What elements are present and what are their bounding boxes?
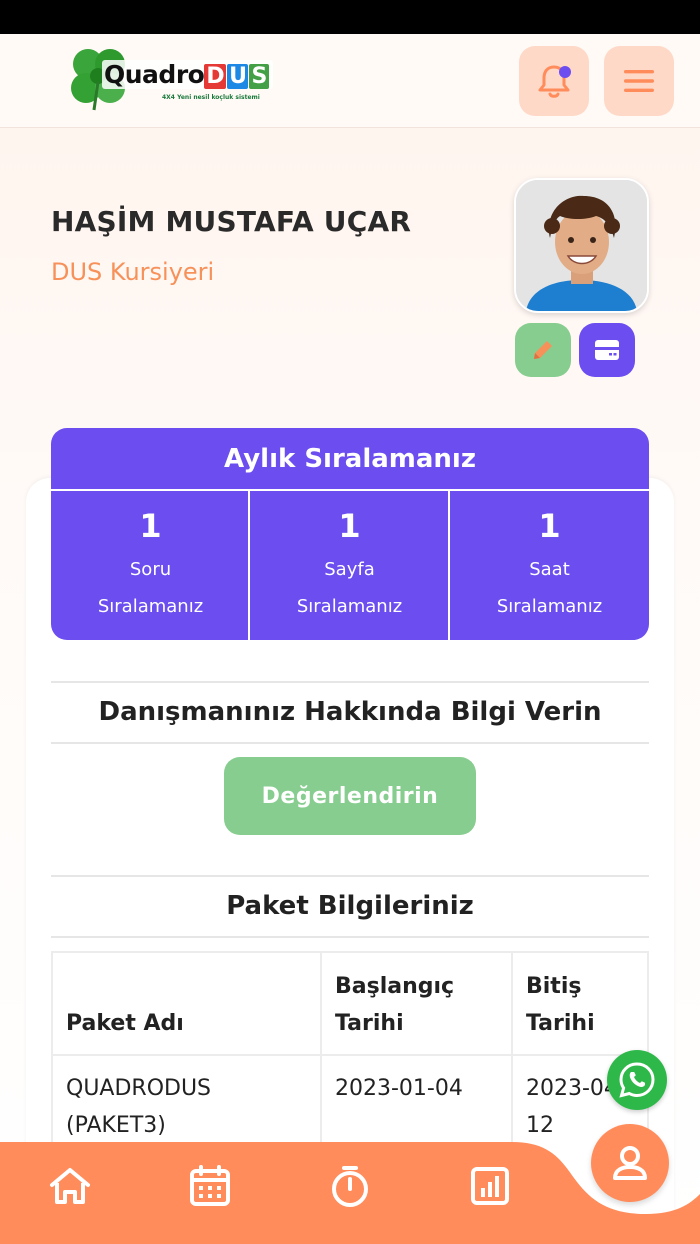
user-icon — [613, 1146, 647, 1180]
nav-calendar[interactable] — [188, 1164, 232, 1208]
membership-card-button[interactable] — [579, 323, 635, 377]
ranking-title: Aylık Sıralamanız — [51, 428, 649, 491]
ranking-item-saat: 1 Saat Sıralamanız — [448, 491, 649, 640]
divider — [51, 742, 649, 744]
notification-dot — [559, 66, 571, 78]
ranking-sublabel: Sıralamanız — [296, 596, 403, 617]
logo-tagline: 4X4 Yeni nesil koçluk sistemi — [162, 94, 260, 101]
ranking-value: 1 — [538, 507, 561, 545]
monthly-ranking-panel: Aylık Sıralamanız 1 Soru Sıralamanız 1 S… — [51, 428, 649, 640]
divider — [51, 681, 649, 683]
nav-profile-button[interactable] — [591, 1124, 669, 1202]
table-divider — [511, 953, 513, 1153]
whatsapp-icon — [619, 1062, 655, 1098]
app-logo[interactable]: Quadro DUS 4X4 Yeni nesil koçluk sistemi — [66, 46, 286, 116]
package-section-title: Paket Bilgileriniz — [226, 891, 474, 921]
ranking-label: Sayfa — [324, 559, 375, 580]
table-header-paket-adi: Paket Adı — [66, 1011, 184, 1036]
nav-stopwatch[interactable] — [328, 1164, 372, 1208]
stopwatch-icon — [332, 1166, 368, 1207]
package-table: Paket Adı Başlangıç Tarihi Bitiş Tarihi … — [51, 951, 649, 1153]
menu-button[interactable] — [604, 46, 674, 116]
card-icon — [595, 340, 619, 360]
divider — [51, 875, 649, 877]
logo-wordmark: Quadro DUS — [102, 60, 273, 89]
ranking-item-sayfa: 1 Sayfa Sıralamanız — [248, 491, 449, 640]
table-header-baslangic: Başlangıç Tarihi — [335, 974, 455, 1036]
table-header-bitis: Bitiş Tarihi — [526, 974, 595, 1036]
ranking-label: Saat — [529, 559, 570, 580]
edit-profile-button[interactable] — [515, 323, 571, 377]
logo-letter-u: U — [227, 64, 249, 89]
ranking-value: 1 — [338, 507, 361, 545]
pencil-icon — [534, 341, 552, 359]
table-divider — [53, 1054, 647, 1056]
chart-icon — [471, 1167, 509, 1205]
ranking-item-soru: 1 Soru Sıralamanız — [51, 491, 250, 640]
notifications-button[interactable] — [519, 46, 589, 116]
ranking-sublabel: Sıralamanız — [496, 596, 603, 617]
top-bar: Quadro DUS 4X4 Yeni nesil koçluk sistemi — [0, 34, 700, 128]
status-bar — [0, 0, 700, 34]
rate-advisor-button[interactable]: Değerlendirin — [224, 757, 476, 835]
profile-name: HAŞİM MUSTAFA UÇAR — [51, 205, 412, 238]
home-icon — [50, 1168, 90, 1204]
table-cell-start-date: 2023-01-04 — [335, 1076, 463, 1101]
whatsapp-button[interactable] — [607, 1050, 667, 1110]
hamburger-icon — [624, 70, 654, 92]
ranking-value: 1 — [139, 507, 162, 545]
calendar-icon — [190, 1165, 230, 1206]
logo-letter-d: D — [204, 64, 227, 89]
ranking-sublabel: Sıralamanız — [97, 596, 204, 617]
avatar[interactable] — [514, 178, 649, 313]
advisor-section-title: Danışmanınız Hakkında Bilgi Verin — [98, 697, 602, 727]
avatar-photo — [516, 180, 647, 311]
nav-home[interactable] — [48, 1164, 92, 1208]
table-divider — [320, 953, 322, 1153]
nav-statistics[interactable] — [468, 1164, 512, 1208]
profile-role: DUS Kursiyeri — [51, 258, 215, 286]
logo-letter-s: S — [249, 64, 269, 89]
ranking-label: Soru — [129, 559, 172, 580]
divider — [51, 936, 649, 938]
